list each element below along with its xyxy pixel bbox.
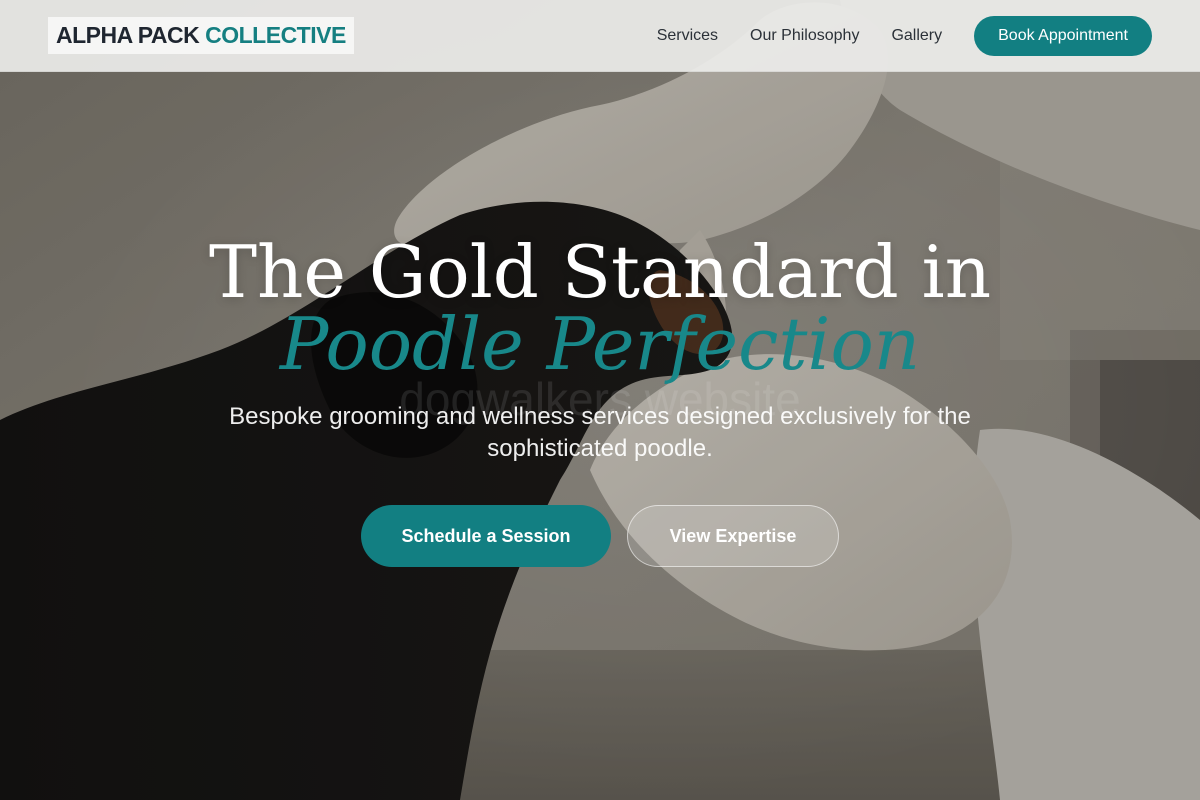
brand-name-part2: COLLECTIVE [205, 22, 346, 48]
brand-logo[interactable]: ALPHA PACK COLLECTIVE [48, 17, 354, 54]
hero-headline-line2: Poodle Perfection [279, 302, 921, 386]
nav-link-our-philosophy[interactable]: Our Philosophy [750, 27, 859, 45]
site-header: ALPHA PACK COLLECTIVE Services Our Philo… [0, 0, 1200, 72]
nav-link-services[interactable]: Services [657, 27, 718, 45]
hero-section: dogwalkers website The Gold Standard in … [0, 0, 1200, 800]
book-appointment-button[interactable]: Book Appointment [974, 15, 1152, 56]
hero-subheadline: Bespoke grooming and wellness services d… [229, 403, 971, 462]
main-nav: Services Our Philosophy Gallery Book App… [657, 15, 1152, 56]
brand-name-part1: ALPHA PACK [56, 22, 200, 48]
landing-page: ALPHA PACK COLLECTIVE Services Our Philo… [0, 0, 1200, 800]
view-expertise-button[interactable]: View Expertise [627, 505, 839, 567]
schedule-session-button[interactable]: Schedule a Session [361, 505, 611, 567]
nav-link-gallery[interactable]: Gallery [891, 27, 942, 45]
